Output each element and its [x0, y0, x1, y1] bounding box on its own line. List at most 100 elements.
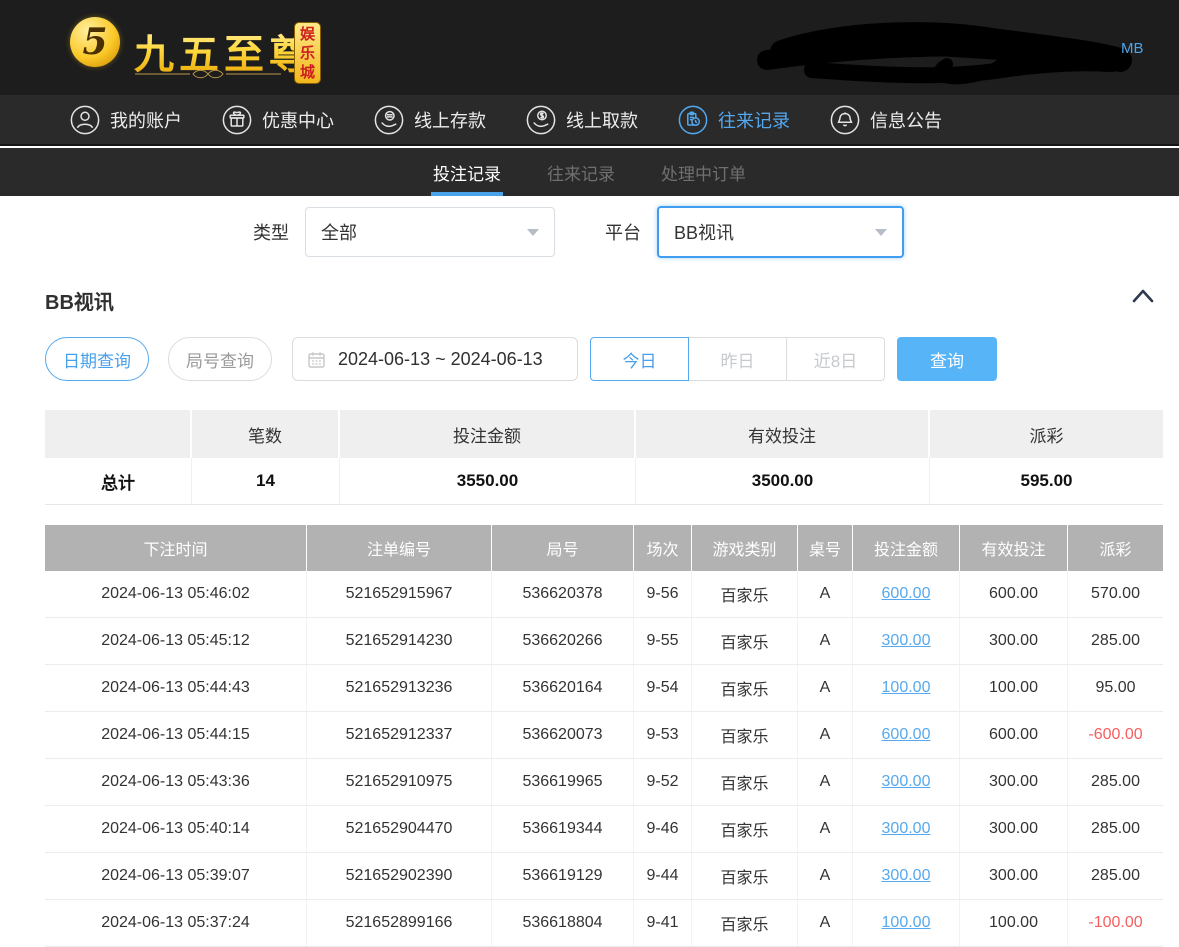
nav-label: 优惠中心	[262, 107, 334, 133]
type-filter-group: 类型 全部	[253, 207, 555, 257]
session-cell: 9-55	[634, 618, 692, 664]
bet-amount-link[interactable]: 300.00	[882, 632, 931, 650]
bet-amount-cell: 300.00	[853, 853, 960, 899]
bell-icon	[830, 105, 860, 135]
today-button[interactable]: 今日	[590, 337, 689, 381]
last8days-button[interactable]: 近8日	[786, 337, 885, 381]
type-select[interactable]: 全部	[305, 207, 555, 257]
game-type-cell: 百家乐	[692, 759, 798, 805]
query-button[interactable]: 查询	[897, 337, 997, 381]
section-title: BB视讯	[45, 286, 114, 315]
nav-item-deposit[interactable]: 线上存款	[374, 105, 486, 135]
table-number-cell: A	[798, 853, 853, 899]
platform-filter-group: 平台 BB视讯	[605, 206, 904, 258]
logo-mark: 5	[82, 21, 107, 63]
valid-bet-cell: 100.00	[960, 900, 1068, 946]
game-type-cell: 百家乐	[692, 618, 798, 664]
round-number-cell: 536619965	[492, 759, 634, 805]
platform-select[interactable]: BB视讯	[657, 206, 904, 258]
round-number-cell: 536620266	[492, 618, 634, 664]
bet-records-table: 下注时间注单编号局号场次游戏类别桌号投注金额有效投注派彩 2024-06-13 …	[45, 525, 1163, 947]
session-cell: 9-44	[634, 853, 692, 899]
nav-item-my-account[interactable]: 我的账户	[70, 105, 182, 135]
summary-header-count: 笔数	[192, 410, 340, 458]
table-number-cell: A	[798, 571, 853, 617]
payout-cell: -600.00	[1068, 712, 1163, 758]
bet-amount-cell: 100.00	[853, 900, 960, 946]
currency-label: MB	[1121, 40, 1144, 57]
session-cell: 9-56	[634, 571, 692, 617]
gift-icon	[222, 105, 252, 135]
tab-transaction-records[interactable]: 往来记录	[547, 148, 615, 196]
tab-bet-records[interactable]: 投注记录	[433, 148, 501, 196]
bet-amount-cell: 300.00	[853, 618, 960, 664]
nav-item-transaction-records[interactable]: 往来记录	[678, 105, 790, 135]
top-header-bar: 5 九五至尊 娱乐城 MB	[0, 0, 1179, 95]
table-row: 2024-06-13 05:40:14521652904470536619344…	[45, 806, 1163, 853]
valid-bet-cell: 600.00	[960, 571, 1068, 617]
column-header-6: 投注金额	[853, 525, 960, 571]
column-header-5: 桌号	[798, 525, 853, 571]
table-row: 2024-06-13 05:44:15521652912337536620073…	[45, 712, 1163, 759]
order-number-cell: 521652899166	[307, 900, 492, 946]
column-header-7: 有效投注	[960, 525, 1068, 571]
session-cell: 9-46	[634, 806, 692, 852]
bet-amount-cell: 600.00	[853, 712, 960, 758]
bet-amount-cell: 300.00	[853, 759, 960, 805]
nav-item-withdraw[interactable]: 线上取款	[526, 105, 638, 135]
bet-time-cell: 2024-06-13 05:44:15	[45, 712, 307, 758]
order-number-cell: 521652904470	[307, 806, 492, 852]
bet-amount-link[interactable]: 300.00	[882, 820, 931, 838]
bet-time-cell: 2024-06-13 05:44:43	[45, 665, 307, 711]
game-type-cell: 百家乐	[692, 571, 798, 617]
brand-logo-icon: 5	[70, 17, 120, 67]
yesterday-button[interactable]: 昨日	[688, 337, 787, 381]
bet-amount-link[interactable]: 300.00	[882, 773, 931, 791]
order-number-cell: 521652914230	[307, 618, 492, 664]
calendar-icon	[307, 350, 326, 369]
table-number-cell: A	[798, 665, 853, 711]
nav-item-announcements[interactable]: 信息公告	[830, 105, 942, 135]
quick-date-button-group: 今日 昨日 近8日	[590, 337, 885, 381]
bet-amount-link[interactable]: 100.00	[882, 679, 931, 697]
payout-cell: 95.00	[1068, 665, 1163, 711]
platform-filter-label: 平台	[605, 219, 641, 245]
bet-amount-link[interactable]: 100.00	[882, 914, 931, 932]
bet-amount-link[interactable]: 300.00	[882, 867, 931, 885]
bet-time-cell: 2024-06-13 05:39:07	[45, 853, 307, 899]
order-number-cell: 521652912337	[307, 712, 492, 758]
summary-header-valid-bet: 有效投注	[636, 410, 930, 458]
valid-bet-cell: 100.00	[960, 665, 1068, 711]
date-range-picker[interactable]: 2024-06-13 ~ 2024-06-13	[292, 337, 578, 381]
payout-cell: 285.00	[1068, 806, 1163, 852]
bet-amount-link[interactable]: 600.00	[882, 726, 931, 744]
logo-flourish-icon	[133, 68, 283, 80]
game-type-cell: 百家乐	[692, 712, 798, 758]
deposit-icon	[374, 105, 404, 135]
order-number-cell: 521652915967	[307, 571, 492, 617]
nav-item-promotions[interactable]: 优惠中心	[222, 105, 334, 135]
session-cell: 9-41	[634, 900, 692, 946]
valid-bet-cell: 300.00	[960, 759, 1068, 805]
game-type-cell: 百家乐	[692, 665, 798, 711]
valid-bet-cell: 300.00	[960, 806, 1068, 852]
column-header-2: 局号	[492, 525, 634, 571]
tab-pending-orders[interactable]: 处理中订单	[661, 148, 746, 196]
round-query-button[interactable]: 局号查询	[168, 337, 272, 381]
logo-badge: 娱乐城	[294, 22, 321, 84]
summary-header-payout: 派彩	[930, 410, 1163, 458]
payout-cell: 285.00	[1068, 853, 1163, 899]
bet-amount-cell: 100.00	[853, 665, 960, 711]
nav-label: 线上取款	[566, 107, 638, 133]
withdraw-icon	[526, 105, 556, 135]
summary-header-blank	[45, 410, 192, 458]
order-number-cell: 521652910975	[307, 759, 492, 805]
date-query-button[interactable]: 日期查询	[45, 337, 149, 381]
valid-bet-cell: 300.00	[960, 853, 1068, 899]
round-number-cell: 536620378	[492, 571, 634, 617]
game-type-cell: 百家乐	[692, 806, 798, 852]
collapse-chevron-up-icon[interactable]	[1131, 288, 1155, 304]
bet-amount-cell: 300.00	[853, 806, 960, 852]
bet-amount-link[interactable]: 600.00	[882, 585, 931, 603]
date-range-value: 2024-06-13 ~ 2024-06-13	[338, 349, 543, 370]
